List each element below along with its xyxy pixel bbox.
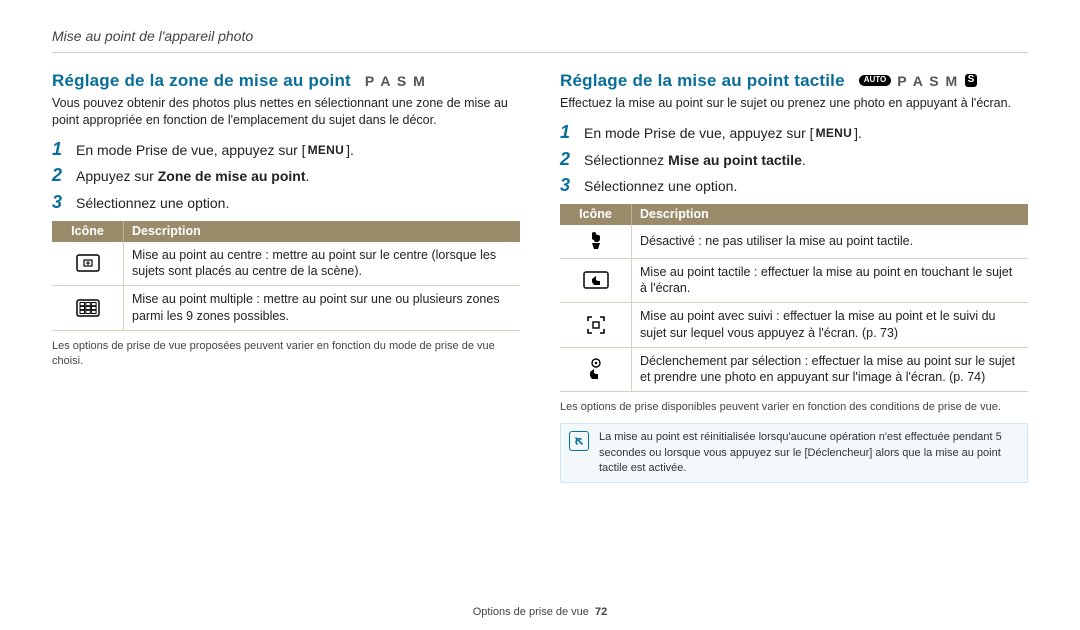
touch-off-icon xyxy=(560,225,632,259)
row-desc: Déclenchement par sélection : effectuer … xyxy=(632,347,1029,392)
th-icon: Icône xyxy=(560,204,632,225)
intro-text: Effectuez la mise au point sur le sujet … xyxy=(560,95,1028,112)
step-item: 1 En mode Prise de vue, appuyez sur [MEN… xyxy=(560,122,1028,143)
table-row: Désactivé : ne pas utiliser la mise au p… xyxy=(560,225,1028,259)
table-row: Mise au point multiple : mettre au point… xyxy=(52,286,520,331)
step-item: 2 Appuyez sur Zone de mise au point. xyxy=(52,165,520,186)
auto-badge: AUTO xyxy=(859,75,892,86)
mode-badges: AUTO P A S M S xyxy=(859,73,978,89)
step-number: 3 xyxy=(560,175,574,196)
step-item: 2 Sélectionnez Mise au point tactile. xyxy=(560,149,1028,170)
steps-list: 1 En mode Prise de vue, appuyez sur [MEN… xyxy=(560,122,1028,196)
step-number: 2 xyxy=(52,165,66,186)
table-row: Déclenchement par sélection : effectuer … xyxy=(560,347,1028,392)
step-text: En mode Prise de vue, appuyez sur [MENU]… xyxy=(76,139,354,160)
options-table: Icône Description center Mise au point a… xyxy=(52,221,520,331)
step-text: Sélectionnez une option. xyxy=(76,192,229,212)
footnote: Les options de prise disponibles peuvent… xyxy=(560,400,1028,415)
section-title: Réglage de la mise au point tactile xyxy=(560,71,845,91)
row-desc: Mise au point multiple : mettre au point… xyxy=(124,286,521,331)
step-number: 2 xyxy=(560,149,574,170)
steps-list: 1 En mode Prise de vue, appuyez sur [MEN… xyxy=(52,139,520,213)
step-text: Appuyez sur Zone de mise au point. xyxy=(76,165,309,185)
row-desc: Mise au point avec suivi : effectuer la … xyxy=(632,303,1029,348)
table-row: Mise au point avec suivi : effectuer la … xyxy=(560,303,1028,348)
step-text: En mode Prise de vue, appuyez sur [MENU]… xyxy=(584,122,862,143)
s-mode-badge: S xyxy=(965,74,978,87)
step-number: 1 xyxy=(560,122,574,143)
mode-letters: P A S M xyxy=(897,73,958,89)
tracking-focus-icon xyxy=(560,303,632,348)
table-row: center Mise au point au centre : mettre … xyxy=(52,242,520,286)
row-desc: Mise au point au centre : mettre au poin… xyxy=(124,242,521,286)
touch-screen-icon xyxy=(560,258,632,303)
options-table: Icône Description Désactivé : ne pas uti… xyxy=(560,204,1028,393)
multi-focus-icon xyxy=(52,286,124,331)
step-item: 3 Sélectionnez une option. xyxy=(52,192,520,213)
th-icon: Icône xyxy=(52,221,124,242)
th-description: Description xyxy=(124,221,521,242)
section-touch-focus: Réglage de la mise au point tactile AUTO… xyxy=(560,71,1028,483)
th-description: Description xyxy=(632,204,1029,225)
step-text: Sélectionnez une option. xyxy=(584,175,737,195)
page-footer: Options de prise de vue 72 xyxy=(0,606,1080,618)
info-icon xyxy=(569,431,589,451)
row-desc: Mise au point tactile : effectuer la mis… xyxy=(632,258,1029,303)
breadcrumb-header: Mise au point de l'appareil photo xyxy=(52,28,1028,53)
mode-badges: P A S M xyxy=(365,73,426,89)
menu-chip: MENU xyxy=(306,143,347,159)
center-focus-icon: center xyxy=(52,242,124,286)
step-text: Sélectionnez Mise au point tactile. xyxy=(584,149,806,169)
touch-shot-icon xyxy=(560,347,632,392)
step-item: 1 En mode Prise de vue, appuyez sur [MEN… xyxy=(52,139,520,160)
menu-chip: MENU xyxy=(814,126,855,142)
table-row: Mise au point tactile : effectuer la mis… xyxy=(560,258,1028,303)
footnote: Les options de prise de vue proposées pe… xyxy=(52,339,520,369)
section-focus-area: Réglage de la zone de mise au point P A … xyxy=(52,71,520,483)
step-number: 1 xyxy=(52,139,66,160)
note-text: La mise au point est réinitialisée lorsq… xyxy=(599,430,1019,476)
section-title: Réglage de la zone de mise au point xyxy=(52,71,351,91)
info-note: La mise au point est réinitialisée lorsq… xyxy=(560,423,1028,483)
mode-letters: P A S M xyxy=(365,73,426,89)
row-desc: Désactivé : ne pas utiliser la mise au p… xyxy=(632,225,1029,259)
intro-text: Vous pouvez obtenir des photos plus nett… xyxy=(52,95,520,129)
step-number: 3 xyxy=(52,192,66,213)
step-item: 3 Sélectionnez une option. xyxy=(560,175,1028,196)
